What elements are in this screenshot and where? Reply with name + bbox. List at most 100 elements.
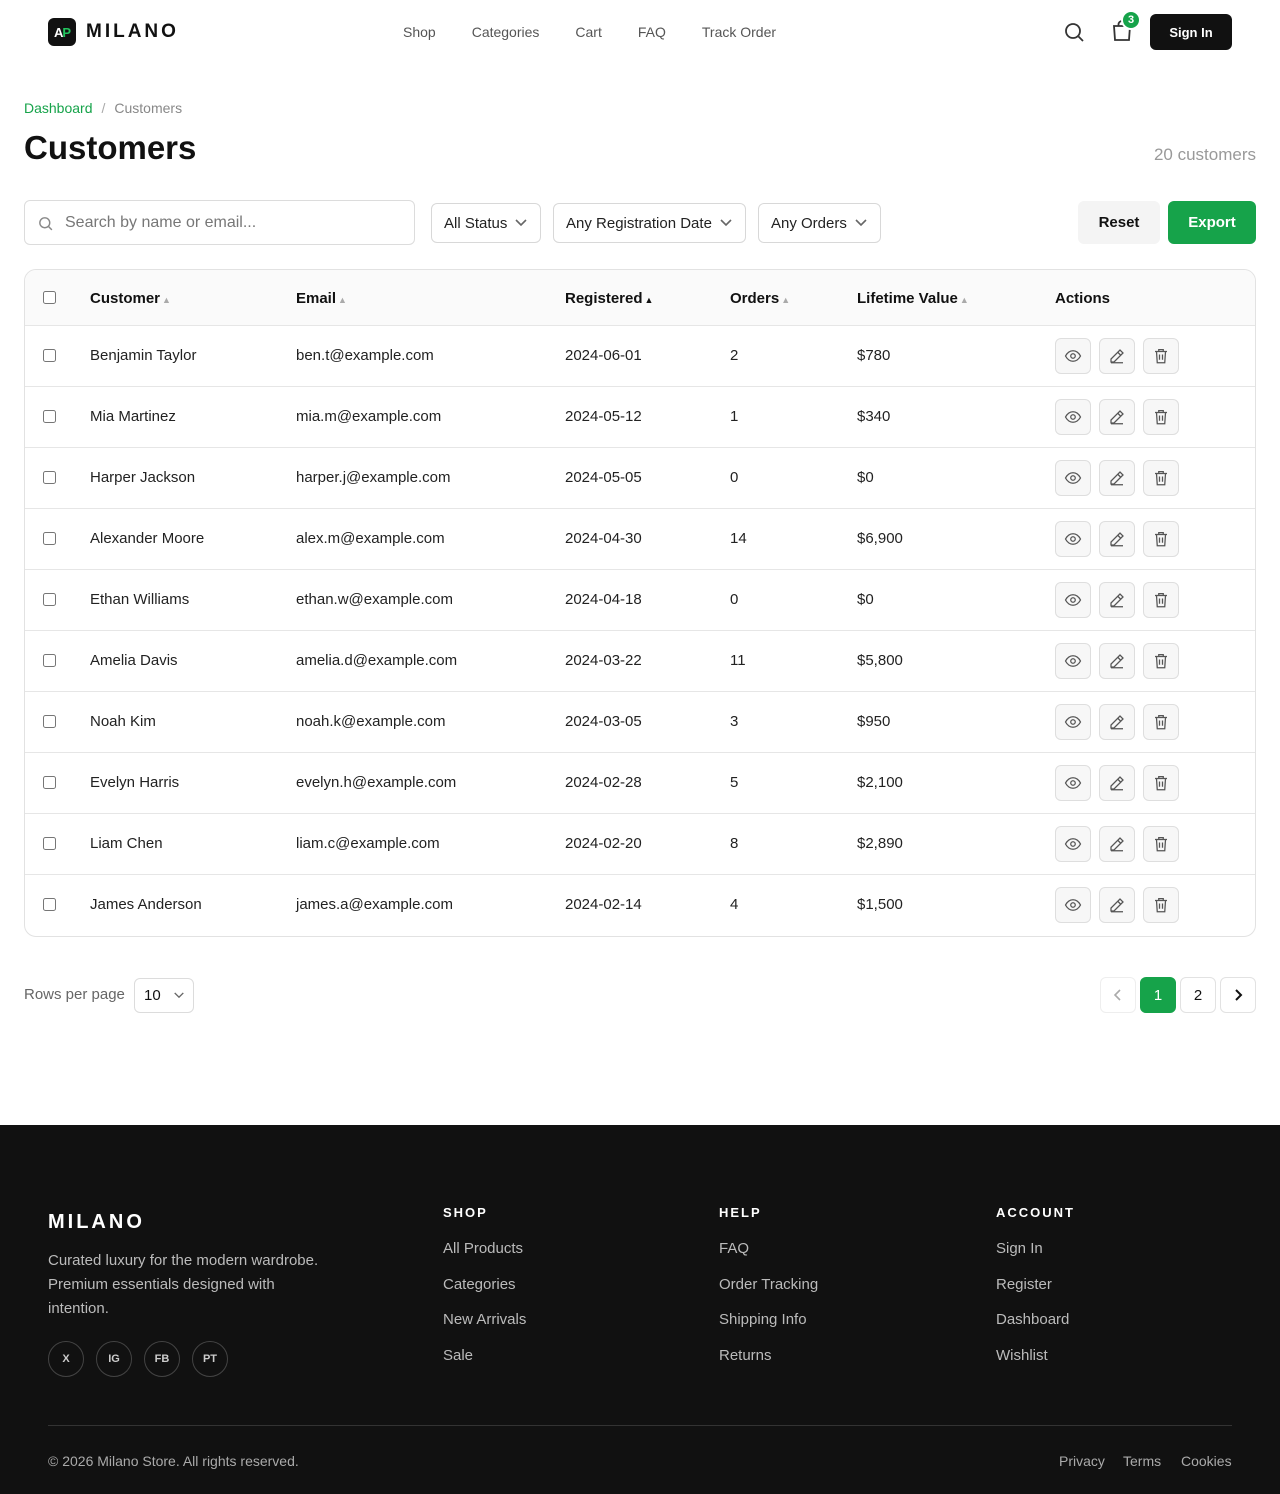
- export-button[interactable]: Export: [1168, 201, 1256, 244]
- footer-link-new-arrivals[interactable]: New Arrivals: [443, 1311, 526, 1329]
- row-select-checkbox[interactable]: [43, 776, 56, 789]
- edit-button[interactable]: [1099, 521, 1135, 557]
- view-button[interactable]: [1055, 399, 1091, 435]
- delete-button[interactable]: [1143, 826, 1179, 862]
- rows-per-page-select[interactable]: 10: [134, 978, 194, 1013]
- footer-link-categories[interactable]: Categories: [443, 1276, 516, 1294]
- delete-button[interactable]: [1143, 643, 1179, 679]
- chevron-down-icon: [515, 219, 527, 227]
- previous-page-button[interactable]: [1100, 977, 1136, 1013]
- reset-button[interactable]: Reset: [1078, 201, 1160, 244]
- view-button[interactable]: [1055, 582, 1091, 618]
- row-select-checkbox[interactable]: [43, 349, 56, 362]
- column-header-email[interactable]: Email ▲: [296, 290, 347, 309]
- footer-link-sale[interactable]: Sale: [443, 1347, 473, 1365]
- view-button[interactable]: [1055, 338, 1091, 374]
- registration-date-filter-select[interactable]: Any Registration Date: [553, 203, 746, 243]
- delete-button[interactable]: [1143, 765, 1179, 801]
- nav-item-faq[interactable]: FAQ: [638, 23, 666, 41]
- page-title: Customers: [24, 129, 197, 166]
- search-icon[interactable]: [1062, 20, 1086, 44]
- brand-logo[interactable]: AP MILANO: [48, 18, 179, 46]
- row-select-checkbox[interactable]: [43, 410, 56, 423]
- delete-button[interactable]: [1143, 399, 1179, 435]
- view-button[interactable]: [1055, 826, 1091, 862]
- edit-button[interactable]: [1099, 643, 1135, 679]
- row-select-checkbox[interactable]: [43, 715, 56, 728]
- footer-link-register[interactable]: Register: [996, 1276, 1052, 1294]
- edit-button[interactable]: [1099, 338, 1135, 374]
- delete-button[interactable]: [1143, 338, 1179, 374]
- row-select-checkbox[interactable]: [43, 532, 56, 545]
- status-filter-select[interactable]: All Status: [431, 203, 541, 243]
- view-button[interactable]: [1055, 704, 1091, 740]
- footer-link-faq[interactable]: FAQ: [719, 1240, 749, 1258]
- sort-active-icon: ▲: [644, 295, 654, 305]
- view-button[interactable]: [1055, 765, 1091, 801]
- footer-link-all-products[interactable]: All Products: [443, 1240, 523, 1258]
- footer-link-wishlist[interactable]: Wishlist: [996, 1347, 1048, 1365]
- select-all-checkbox[interactable]: [43, 291, 56, 304]
- nav-item-shop[interactable]: Shop: [403, 23, 436, 41]
- page-button-2[interactable]: 2: [1180, 977, 1216, 1013]
- delete-button[interactable]: [1143, 521, 1179, 557]
- column-header-orders[interactable]: Orders ▲: [730, 290, 790, 309]
- row-select-checkbox[interactable]: [43, 837, 56, 850]
- social-x-link[interactable]: X: [48, 1341, 84, 1377]
- social-instagram-link[interactable]: IG: [96, 1341, 132, 1377]
- footer-link-dashboard[interactable]: Dashboard: [996, 1311, 1069, 1329]
- registered-date: 2024-02-20: [565, 835, 642, 852]
- nav-item-categories[interactable]: Categories: [472, 23, 540, 41]
- edit-button[interactable]: [1099, 887, 1135, 923]
- column-header-lifetime-value[interactable]: Lifetime Value ▲: [857, 290, 969, 309]
- social-facebook-link[interactable]: FB: [144, 1341, 180, 1377]
- brand-name: MILANO: [86, 21, 179, 42]
- edit-button[interactable]: [1099, 826, 1135, 862]
- footer-link-shipping-info[interactable]: Shipping Info: [719, 1311, 807, 1329]
- social-pinterest-link[interactable]: PT: [192, 1341, 228, 1377]
- registered-date: 2024-04-18: [565, 591, 642, 608]
- order-count: 1: [730, 408, 739, 425]
- footer-link-order-tracking[interactable]: Order Tracking: [719, 1276, 818, 1294]
- footer-link-returns[interactable]: Returns: [719, 1347, 772, 1365]
- delete-button[interactable]: [1143, 460, 1179, 496]
- view-button[interactable]: [1055, 460, 1091, 496]
- search-input[interactable]: [65, 202, 405, 243]
- nav-item-cart[interactable]: Cart: [575, 23, 601, 41]
- footer-link-privacy[interactable]: Privacy: [1059, 1452, 1105, 1470]
- page-button-1[interactable]: 1: [1140, 977, 1176, 1013]
- eye-icon: [1064, 591, 1082, 609]
- breadcrumb-dashboard[interactable]: Dashboard: [24, 99, 93, 117]
- edit-button[interactable]: [1099, 460, 1135, 496]
- delete-button[interactable]: [1143, 582, 1179, 618]
- row-select-checkbox[interactable]: [43, 898, 56, 911]
- row-select-checkbox[interactable]: [43, 593, 56, 606]
- search-field[interactable]: [24, 200, 415, 245]
- edit-button[interactable]: [1099, 582, 1135, 618]
- view-button[interactable]: [1055, 521, 1091, 557]
- delete-button[interactable]: [1143, 704, 1179, 740]
- row-select-checkbox[interactable]: [43, 654, 56, 667]
- breadcrumb-separator: /: [101, 100, 106, 116]
- rows-per-page-value: 10: [144, 987, 161, 1004]
- next-page-button[interactable]: [1220, 977, 1256, 1013]
- row-select-checkbox[interactable]: [43, 471, 56, 484]
- column-header-customer[interactable]: Customer ▲: [90, 290, 171, 309]
- pencil-icon: [1108, 347, 1126, 365]
- view-button[interactable]: [1055, 887, 1091, 923]
- customer-email: harper.j@example.com: [296, 469, 451, 486]
- customer-email: ben.t@example.com: [296, 347, 434, 364]
- footer-link-terms[interactable]: Terms: [1123, 1452, 1161, 1470]
- edit-button[interactable]: [1099, 399, 1135, 435]
- column-header-registered[interactable]: Registered ▲: [565, 290, 653, 309]
- edit-button[interactable]: [1099, 704, 1135, 740]
- edit-button[interactable]: [1099, 765, 1135, 801]
- view-button[interactable]: [1055, 643, 1091, 679]
- pencil-icon: [1108, 713, 1126, 731]
- orders-filter-select[interactable]: Any Orders: [758, 203, 881, 243]
- footer-link-cookies[interactable]: Cookies: [1181, 1452, 1232, 1470]
- sign-in-button[interactable]: Sign In: [1150, 14, 1232, 50]
- delete-button[interactable]: [1143, 887, 1179, 923]
- nav-item-track-order[interactable]: Track Order: [702, 23, 776, 41]
- footer-link-sign-in[interactable]: Sign In: [996, 1240, 1043, 1258]
